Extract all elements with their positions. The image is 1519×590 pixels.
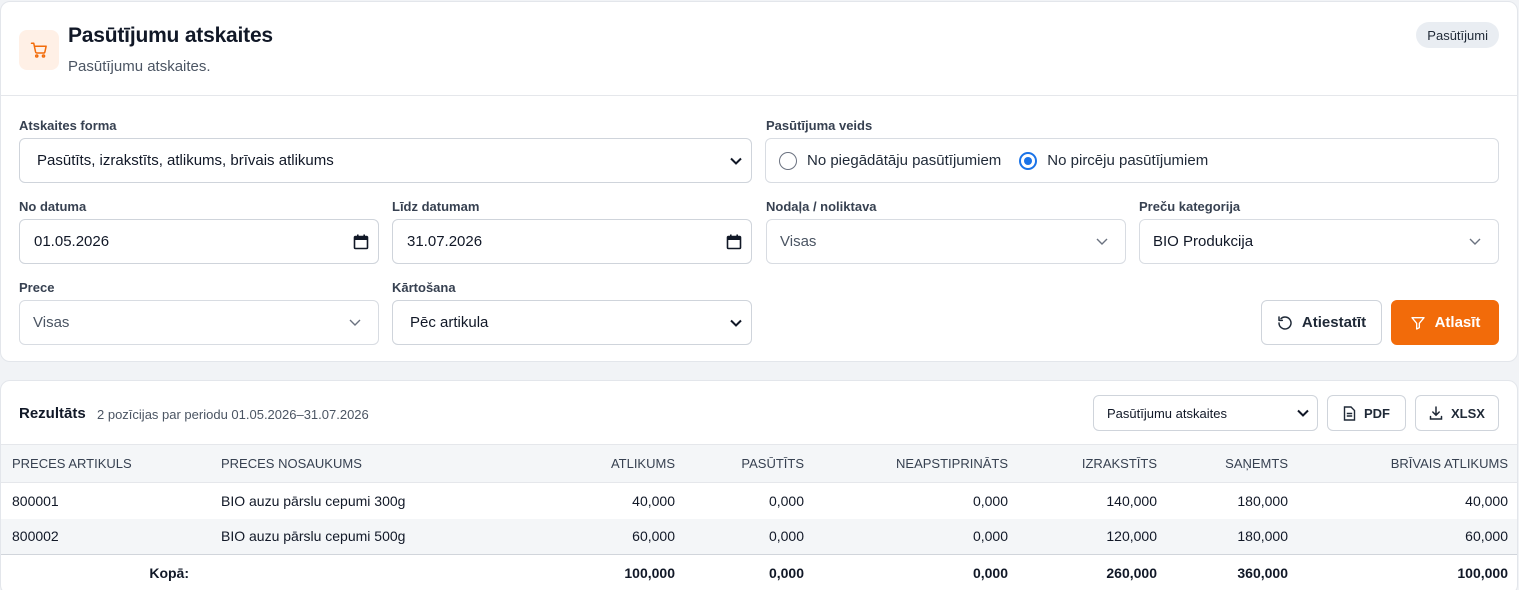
radio-circle-checked [1019,151,1038,170]
column-header[interactable]: PRECES ARTIKULS [1,444,210,483]
cell-name: BIO auzu pārslu cepumi 500g [210,518,511,555]
table-row[interactable]: 800002 BIO auzu pārslu cepumi 500g 60,00… [1,518,1517,555]
cell-article: 800001 [12,492,59,509]
sorting-value: Pēc artikula [410,314,489,331]
category-label: Preču kategorija [1139,199,1241,214]
radio-customer-orders-label: No pircēju pasūtījumiem [1047,152,1209,169]
order-type-group: No piegādātāju pasūtījumiem No pircēju p… [765,138,1499,183]
product-label: Prece [19,280,55,295]
reset-button[interactable]: Atiestatīt [1261,300,1382,345]
date-from-label: No datuma [19,199,87,214]
results-title: Rezultāts [19,405,86,422]
column-header[interactable]: PASŪTĪTS [686,444,815,483]
cart-icon [19,30,59,70]
column-header[interactable]: IZRAKSTĪTS [1019,444,1168,483]
calendar-icon[interactable] [344,234,378,250]
report-form-value: Pasūtīts, izrakstīts, atlikums, brīvais … [37,152,334,169]
department-select[interactable]: Visas [766,219,1126,264]
total-balance: 100,000 [511,554,686,590]
total-free-balance: 100,000 [1299,554,1517,590]
total-row: Kopā: 100,000 0,000 0,000 260,000 360,00… [1,554,1517,590]
apply-button-label: Atlasīt [1434,314,1481,331]
pdf-export-button[interactable]: PDF [1327,395,1406,431]
cell-name: BIO auzu pārslu cepumi 300g [221,492,406,509]
date-from-input[interactable]: 01.05.2026 [19,219,379,264]
total-ordered: 0,000 [686,554,815,590]
calendar-icon[interactable] [717,234,751,250]
radio-supplier-orders-label: No piegādātāju pasūtījumiem [807,152,1002,169]
header-divider [1,95,1517,96]
radio-circle [779,151,797,170]
date-to-value: 31.07.2026 [407,233,483,250]
cell-unconfirmed: 0,000 [815,518,1019,555]
cell-balance: 40,000 [632,492,675,509]
chevron-down-icon [332,319,378,326]
report-form-label: Atskaites forma [19,118,117,133]
total-issued: 260,000 [1019,554,1168,590]
department-label: Nodaļa / noliktava [766,199,877,214]
column-header[interactable]: NEAPSTIPRINĀTS [815,444,1019,483]
pdf-export-label: PDF [1364,405,1390,421]
column-header[interactable]: BRĪVAIS ATLIKUMS [1299,444,1517,483]
column-header[interactable]: PRECES NOSAUKUMS [210,444,511,483]
total-unconfirmed: 0,000 [815,554,1019,590]
xlsx-export-button[interactable]: XLSX [1415,395,1499,431]
cell-ordered: 0,000 [686,518,815,555]
category-value: BIO Produkcija [1153,233,1254,250]
chevron-down-icon [721,157,751,165]
cell-received: 180,000 [1168,518,1299,555]
report-type-value: Pasūtījumu atskaites [1107,405,1227,421]
cell-unconfirmed: 0,000 [972,492,1008,509]
report-type-select[interactable]: Pasūtījumu atskaites [1093,395,1318,431]
download-icon [1429,406,1443,420]
total-label: Kopā: [1,554,511,590]
table-row[interactable]: 800001 BIO auzu pārslu cepumi 300g 40,00… [1,483,1517,519]
radio-customer-orders[interactable]: No pircēju pasūtījumiem [1019,151,1209,170]
document-icon [1343,405,1356,421]
cell-balance: 60,000 [511,518,686,555]
column-header[interactable]: ATLIKUMS [511,444,686,483]
filter-card: Pasūtījumu atskaites Pasūtījumu atskaite… [0,1,1518,362]
radio-supplier-orders[interactable]: No piegādātāju pasūtījumiem [779,151,1002,170]
cell-received: 180,000 [1237,492,1288,509]
sorting-label: Kārtošana [392,280,456,295]
cell-ordered: 0,000 [768,492,804,509]
results-summary: 2 pozīcijas par periodu 01.05.2026–31.07… [97,407,369,422]
reset-icon [1278,315,1292,330]
page-subtitle: Pasūtījumu atskaites. [68,58,211,75]
department-value: Visas [780,233,817,250]
module-badge: Pasūtījumi [1416,22,1499,48]
date-to-label: Līdz datumam [392,199,480,214]
total-received: 360,000 [1168,554,1299,590]
filter-icon [1410,316,1425,330]
xlsx-export-label: XLSX [1451,405,1485,421]
chevron-down-icon [721,319,751,327]
order-type-label: Pasūtījuma veids [766,118,873,133]
results-table: PRECES ARTIKULS PRECES NOSAUKUMS ATLIKUM… [1,444,1517,590]
table-header-row: PRECES ARTIKULS PRECES NOSAUKUMS ATLIKUM… [1,444,1517,483]
apply-button[interactable]: Atlasīt [1391,300,1499,345]
product-value: Visas [33,314,70,331]
date-to-input[interactable]: 31.07.2026 [392,219,752,264]
column-header[interactable]: SAŅEMTS [1168,444,1299,483]
cell-issued: 120,000 [1019,518,1168,555]
cell-article: 800002 [1,518,210,555]
product-select[interactable]: Visas [19,300,379,345]
report-form-select[interactable]: Pasūtīts, izrakstīts, atlikums, brīvais … [19,138,752,183]
chevron-down-icon [1452,238,1498,245]
date-from-value: 01.05.2026 [34,233,110,250]
results-card: Rezultāts 2 pozīcijas par periodu 01.05.… [0,380,1518,590]
cell-issued: 140,000 [1106,492,1157,509]
chevron-down-icon [1289,409,1317,417]
chevron-down-icon [1079,238,1125,245]
sorting-select[interactable]: Pēc artikula [392,300,752,345]
reset-button-label: Atiestatīt [1301,314,1367,331]
page-title: Pasūtījumu atskaites [68,24,273,47]
cell-free-balance: 40,000 [1465,492,1508,509]
cell-free-balance: 60,000 [1299,518,1517,555]
category-select[interactable]: BIO Produkcija [1139,219,1499,264]
